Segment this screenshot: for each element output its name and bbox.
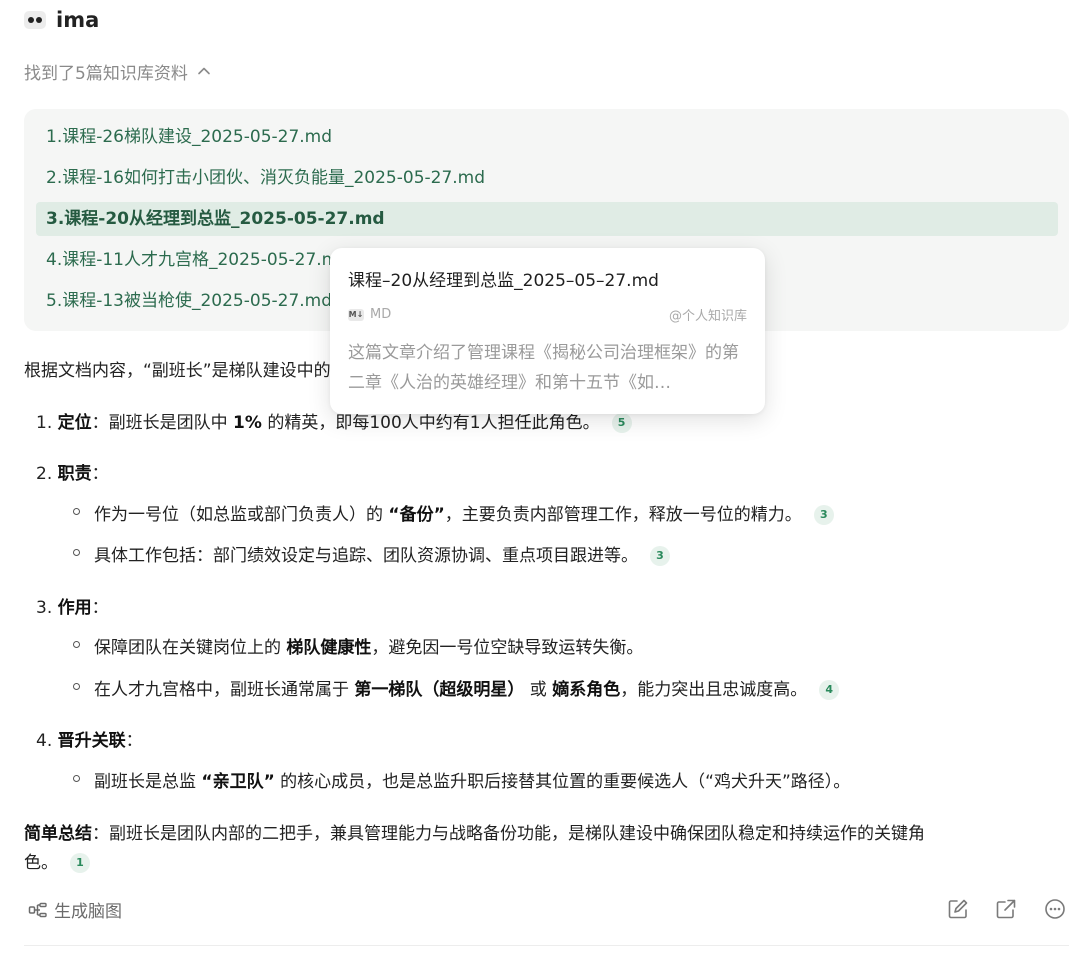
answer-bullet: 在人才九宫格中，副班长通常属于 第一梯队（超级明星） 或 嫡系角色，能力突出且忠… xyxy=(94,675,840,700)
popup-source: @个人知识库 xyxy=(668,309,747,324)
citation-badge[interactable]: 3 xyxy=(650,546,670,566)
sources-toggle[interactable]: 找到了5篇知识库资料 xyxy=(24,57,212,85)
answer-summary: 简单总结：副班长是团队内部的二把手，兼具管理能力与战略备份功能，是梯队建设中确保… xyxy=(24,824,925,844)
markdown-icon: M↓ xyxy=(348,308,364,321)
answer-point-4: 4. 晋升关联： xyxy=(36,731,143,751)
answer-bullet: 副班长是总监 “亲卫队” 的核心成员，也是总监升职后接替其位置的重要候选人（“鸡… xyxy=(94,772,851,792)
answer-bullet: 作为一号位（如总监或部门负责人）的 “备份”，主要负责内部管理工作，释放一号位的… xyxy=(94,500,834,525)
bullet-icon xyxy=(73,775,80,782)
bullet-icon xyxy=(73,549,80,556)
generate-mindmap-button[interactable]: 生成脑图 xyxy=(28,897,122,922)
answer-point-2: 2. 职责： xyxy=(36,464,109,484)
answer-point-3: 3. 作用： xyxy=(36,598,109,618)
bullet-icon xyxy=(73,683,80,690)
popup-title[interactable]: 课程–20从经理到总监_2025–05–27.md xyxy=(348,266,747,291)
citation-badge[interactable]: 1 xyxy=(70,853,90,873)
source-preview-popup: 课程–20从经理到总监_2025–05–27.md M↓ MD @个人知识库 这… xyxy=(330,248,765,414)
chevron-up-icon xyxy=(198,67,210,75)
answer-bullet: 具体工作包括：部门绩效设定与追踪、团队资源协调、重点项目跟进等。 3 xyxy=(94,541,670,566)
citation-badge[interactable]: 5 xyxy=(611,413,632,433)
generate-mindmap-label: 生成脑图 xyxy=(54,902,122,922)
answer-summary-cont: 色。 1 xyxy=(24,848,90,873)
citation-badge[interactable]: 4 xyxy=(819,680,840,700)
mindmap-icon xyxy=(28,902,47,917)
divider xyxy=(24,945,1069,946)
source-item-active[interactable]: 3.课程-20从经理到总监_2025-05-27.md xyxy=(36,202,1058,236)
popup-meta: M↓ MD @个人知识库 xyxy=(348,305,747,324)
popup-type: MD xyxy=(370,307,392,322)
answer-bullet: 保障团队在关键岗位上的 梯队健康性，避免因一号位空缺导致运转失衡。 xyxy=(94,638,644,658)
edit-note-icon[interactable] xyxy=(947,898,969,920)
app-header: ima xyxy=(24,6,99,34)
source-item[interactable]: 1.课程-26梯队建设_2025-05-27.md xyxy=(36,120,1058,154)
bullet-icon xyxy=(73,641,80,648)
sources-summary: 找到了5篇知识库资料 xyxy=(24,63,188,84)
source-item[interactable]: 2.课程-16如何打击小团伙、消灭负能量_2025-05-27.md xyxy=(36,161,1058,195)
citation-badge[interactable]: 3 xyxy=(813,505,834,525)
panda-logo-icon xyxy=(24,11,46,29)
popup-description: 这篇文章介绍了管理课程《揭秘公司治理框架》的第二章《人治的英雄经理》和第十五节《… xyxy=(348,343,739,393)
share-icon[interactable] xyxy=(995,898,1017,920)
app-name: ima xyxy=(56,8,100,32)
bullet-icon xyxy=(73,508,80,515)
more-options-icon[interactable] xyxy=(1044,898,1066,920)
